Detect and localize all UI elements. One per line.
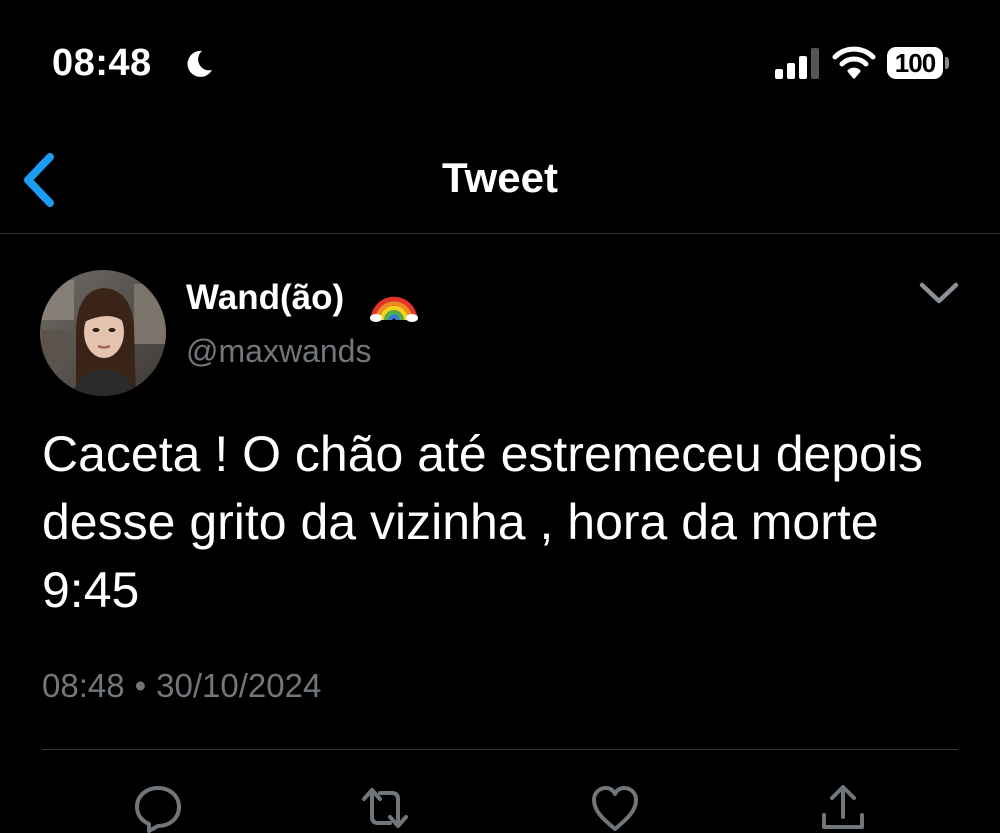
display-name[interactable]: Wand(ão) <box>186 276 344 320</box>
retweet-icon[interactable] <box>360 783 410 833</box>
page-title: Tweet <box>442 154 558 201</box>
battery-tip <box>945 57 949 69</box>
reply-icon[interactable] <box>133 783 183 833</box>
nav-divider <box>0 233 1000 234</box>
tweet-timestamp[interactable]: 08:48 • 30/10/2024 <box>42 664 321 708</box>
avatar-photo <box>40 270 166 396</box>
wifi-icon <box>832 46 876 79</box>
like-icon[interactable] <box>590 783 640 833</box>
moon-icon <box>187 50 212 77</box>
username[interactable]: @maxwands <box>186 330 371 372</box>
meta-separator: • <box>134 667 147 704</box>
tweet-time: 08:48 <box>42 667 125 704</box>
rainbow-icon <box>370 296 418 322</box>
content-divider <box>42 749 958 750</box>
tweet-text: Caceta ! O chão até estremeceu depois de… <box>42 426 924 618</box>
signal-icon <box>775 48 819 79</box>
status-time: 08:48 <box>52 42 152 84</box>
battery-level: 100 <box>887 47 943 79</box>
tweet-date: 30/10/2024 <box>156 667 322 704</box>
chevron-down-icon[interactable] <box>916 276 962 310</box>
battery-icon: 100 <box>887 47 949 79</box>
share-icon[interactable] <box>818 783 868 833</box>
avatar[interactable] <box>40 270 166 396</box>
